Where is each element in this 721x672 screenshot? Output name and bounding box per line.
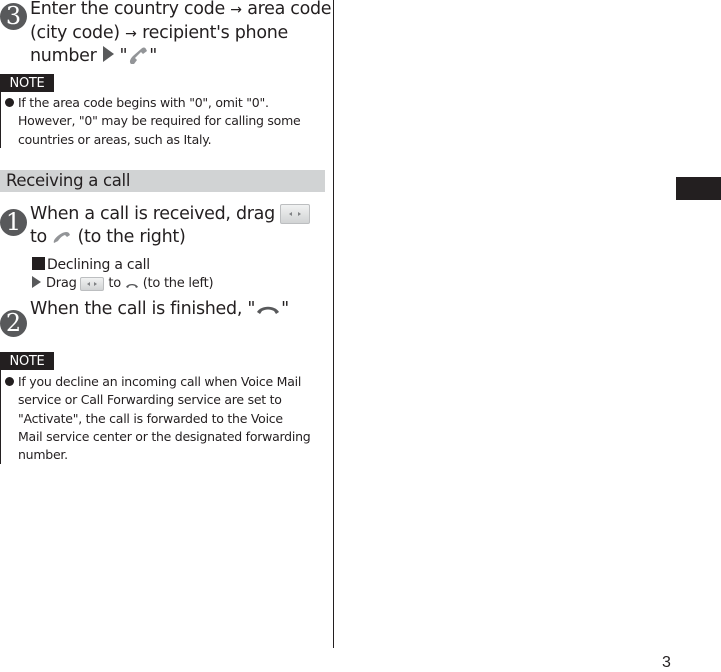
slider-handle-icon: [280, 204, 311, 224]
quote: ": [149, 46, 157, 66]
note-body: If you decline an incoming call when Voi…: [0, 370, 311, 464]
bullet-icon: [5, 377, 14, 386]
step-2-text: When the call is finished, " ": [30, 298, 289, 321]
note-line: service or Call Forwarding service are s…: [18, 392, 282, 408]
step-text-segment: When a call is received, drag: [30, 204, 275, 224]
arrow-right-icon: →: [125, 25, 137, 42]
note-bullet-text: If you decline an incoming call when Voi…: [5, 373, 311, 464]
phone-answer-icon: [53, 231, 71, 243]
step-text-segment: to: [30, 226, 47, 247]
step-number-badge: 1: [0, 209, 27, 236]
note-body: If the area code begins with "0", omit "…: [0, 92, 301, 149]
step-text-segment: (to the right): [77, 226, 186, 247]
step-text-segment: number: [30, 46, 97, 66]
instruction-segment: (to the left): [142, 276, 214, 291]
arrow-right-icon: →: [230, 2, 242, 18]
note-line: If you decline an incoming call when Voi…: [18, 374, 302, 389]
instruction-segment: Drag: [46, 276, 77, 291]
instruction-segment: to: [108, 276, 121, 291]
page-number: 3: [662, 654, 671, 671]
phone-hangup-icon: [257, 306, 280, 314]
declining-title-text: Declining a call: [47, 257, 150, 273]
note-line: "Activate", the call is forwarded to the…: [18, 410, 283, 426]
column-divider: [333, 0, 334, 648]
note-line: If the area code begins with "0", omit "…: [18, 95, 269, 110]
step-text-segment: Enter the country code: [30, 0, 225, 19]
step-3-text: Enter the country code → area code (city…: [30, 0, 332, 68]
slider-handle-icon: [80, 276, 105, 291]
step-text-segment: (city code): [30, 22, 120, 43]
section-title: Receiving a call: [6, 171, 131, 190]
step-number-badge: 2: [0, 310, 27, 337]
note-label: NOTE: [0, 74, 54, 92]
note-line: However, "0" may be required for calling…: [18, 113, 301, 129]
square-bullet-icon: [32, 257, 45, 270]
phone-call-icon: [130, 47, 148, 64]
step-1-text: When a call is received, drag to (to the…: [30, 203, 311, 248]
section-header: Receiving a call: [0, 170, 325, 192]
step-text-segment: recipient's phone: [142, 22, 288, 43]
play-triangle-icon: [32, 276, 41, 288]
step-text-segment: area code: [247, 0, 332, 19]
play-triangle-icon: [102, 46, 114, 62]
step-text-segment: When the call is finished, ": [30, 299, 256, 319]
bullet-icon: [5, 98, 14, 107]
step-text-segment: ": [281, 299, 289, 319]
note-label: NOTE: [0, 352, 54, 370]
note-line: number.: [18, 447, 68, 463]
declining-title: Declining a call: [32, 255, 150, 275]
step-number-badge: 3: [0, 3, 27, 30]
chapter-tab-marker: [676, 177, 721, 200]
declining-instruction: Drag to (to the left): [32, 274, 214, 294]
phone-decline-icon: [125, 283, 138, 288]
note-bullet-text: If the area code begins with "0", omit "…: [5, 94, 301, 149]
note-line: Mail service center or the designated fo…: [18, 428, 311, 444]
quote: ": [119, 46, 128, 66]
note-line: countries or areas, such as Italy.: [18, 131, 212, 147]
